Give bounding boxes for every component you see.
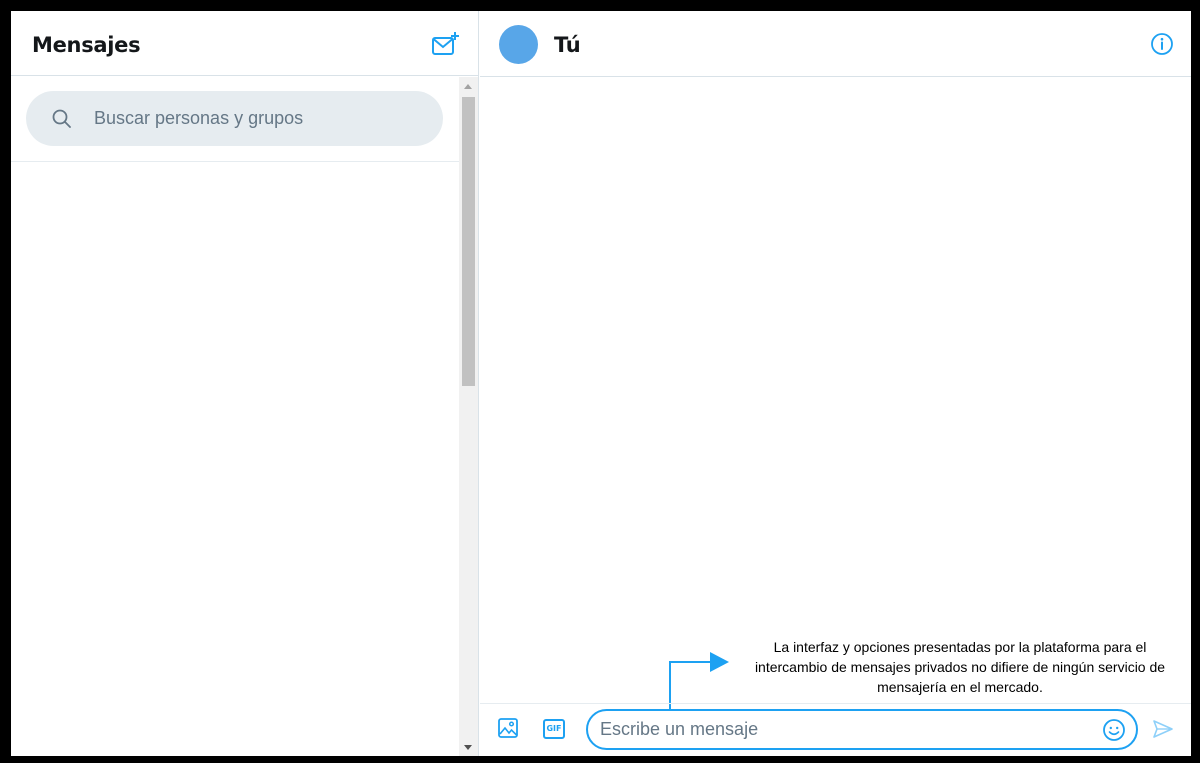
avatar[interactable] xyxy=(499,25,538,64)
scroll-up-button[interactable] xyxy=(459,77,478,94)
conversation-title[interactable]: Tú xyxy=(554,33,581,57)
emoji-button[interactable] xyxy=(1102,718,1126,742)
new-message-icon xyxy=(432,32,459,55)
image-icon xyxy=(498,718,518,738)
search-icon xyxy=(52,109,71,128)
app-frame: Mensajes Buscar personas y grupos Tú La … xyxy=(11,11,1191,756)
gif-button[interactable]: GIF xyxy=(543,719,565,739)
emoji-icon xyxy=(1103,719,1125,741)
callout-line-horizontal xyxy=(669,661,710,663)
conversations-header: Mensajes xyxy=(11,11,479,76)
search-box[interactable] xyxy=(26,91,443,146)
page-title: Mensajes xyxy=(32,33,141,57)
send-icon xyxy=(1153,720,1173,738)
conversation-header: Tú xyxy=(480,11,1191,77)
send-button[interactable] xyxy=(1152,719,1174,739)
annotation-text: La interfaz y opciones presentadas por l… xyxy=(754,639,1166,695)
info-button[interactable] xyxy=(1150,32,1174,56)
scroll-down-button[interactable] xyxy=(459,739,478,756)
callout-arrow-icon xyxy=(710,652,729,672)
message-input[interactable] xyxy=(600,711,1080,748)
search-row xyxy=(11,77,459,162)
message-composer: GIF xyxy=(480,703,1191,756)
conversation-pane: Tú La interfaz y opciones presentadas po… xyxy=(480,11,1191,756)
new-message-button[interactable] xyxy=(430,30,464,58)
scroll-thumb[interactable] xyxy=(462,97,475,386)
info-icon xyxy=(1151,33,1173,55)
conversations-scrollbar[interactable] xyxy=(459,77,478,756)
conversations-pane: Mensajes xyxy=(11,11,479,756)
messages-area xyxy=(480,78,1191,703)
message-box[interactable] xyxy=(586,709,1138,750)
add-media-button[interactable] xyxy=(497,717,519,739)
callout-line xyxy=(669,661,671,709)
search-input[interactable] xyxy=(94,91,424,146)
